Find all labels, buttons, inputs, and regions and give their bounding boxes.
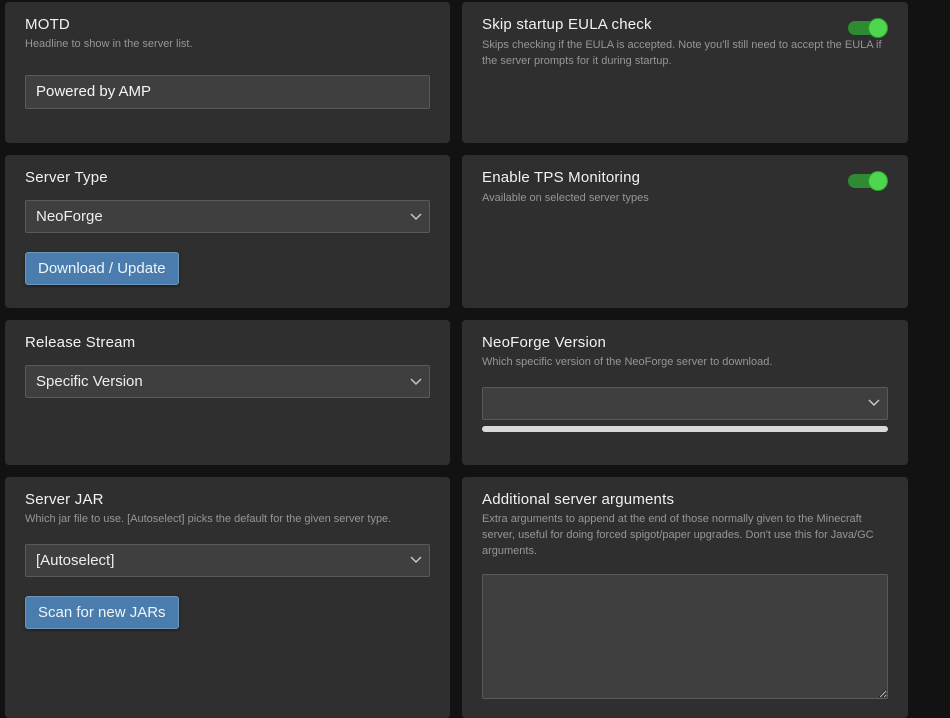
release-stream-title: Release Stream	[25, 334, 430, 351]
eula-card: Skip startup EULA check Skips checking i…	[462, 2, 908, 143]
server-type-card: Server Type NeoForge Download / Update	[5, 155, 450, 308]
release-stream-card: Release Stream Specific Version	[5, 320, 450, 465]
server-args-title: Additional server arguments	[482, 491, 888, 508]
eula-toggle[interactable]	[848, 18, 888, 38]
server-jar-select[interactable]: [Autoselect]	[25, 544, 430, 577]
motd-card: MOTD Headline to show in the server list…	[5, 2, 450, 143]
server-args-textarea[interactable]	[482, 574, 888, 699]
server-args-card: Additional server arguments Extra argume…	[462, 477, 908, 718]
neoforge-version-subtitle: Which specific version of the NeoForge s…	[482, 355, 888, 371]
version-loading-bar	[482, 426, 888, 432]
settings-grid: MOTD Headline to show in the server list…	[0, 0, 950, 718]
download-update-button[interactable]: Download / Update	[25, 252, 179, 285]
motd-title: MOTD	[25, 16, 430, 33]
release-stream-select[interactable]: Specific Version	[25, 365, 430, 398]
scan-jars-button[interactable]: Scan for new JARs	[25, 596, 179, 629]
tps-title: Enable TPS Monitoring	[482, 169, 640, 186]
eula-title: Skip startup EULA check	[482, 16, 652, 33]
server-type-title: Server Type	[25, 169, 430, 186]
toggle-knob	[868, 18, 888, 38]
server-jar-card: Server JAR Which jar file to use. [Autos…	[5, 477, 450, 718]
motd-subtitle: Headline to show in the server list.	[25, 37, 430, 53]
tps-toggle[interactable]	[848, 171, 888, 191]
server-jar-title: Server JAR	[25, 491, 430, 508]
server-type-select[interactable]: NeoForge	[25, 200, 430, 233]
server-args-subtitle: Extra arguments to append at the end of …	[482, 512, 888, 560]
neoforge-version-title: NeoForge Version	[482, 334, 888, 351]
neoforge-version-select[interactable]	[482, 387, 888, 420]
toggle-knob	[868, 171, 888, 191]
motd-input[interactable]	[25, 75, 430, 109]
server-jar-subtitle: Which jar file to use. [Autoselect] pick…	[25, 512, 430, 528]
tps-subtitle: Available on selected server types	[482, 191, 888, 207]
tps-card: Enable TPS Monitoring Available on selec…	[462, 155, 908, 308]
eula-subtitle: Skips checking if the EULA is accepted. …	[482, 38, 888, 70]
neoforge-version-card: NeoForge Version Which specific version …	[462, 320, 908, 465]
